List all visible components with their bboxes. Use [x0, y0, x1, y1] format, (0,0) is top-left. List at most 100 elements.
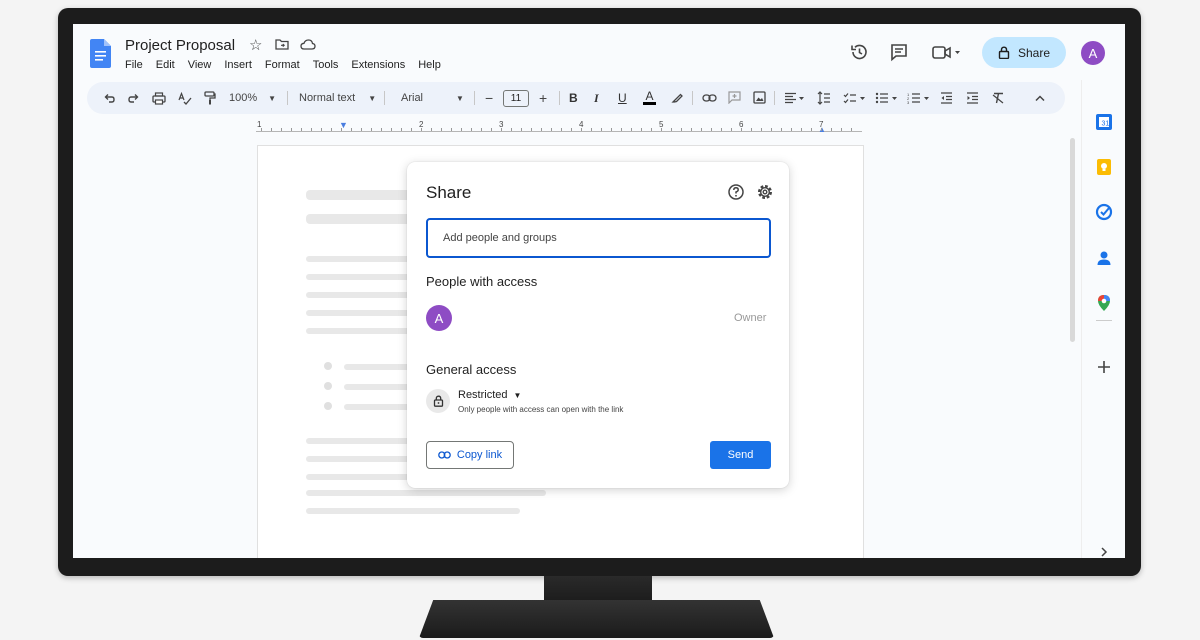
increase-font-size-icon[interactable]: +	[539, 82, 547, 114]
clear-formatting-icon[interactable]	[992, 92, 1005, 104]
ruler-tick	[421, 128, 422, 131]
italic-icon[interactable]: I	[594, 82, 599, 114]
bold-icon[interactable]: B	[569, 82, 578, 114]
calendar-icon[interactable]: 31	[1095, 113, 1113, 131]
ruler-tick	[541, 128, 542, 131]
ruler-tick	[431, 128, 432, 131]
svg-text:31: 31	[1102, 121, 1110, 128]
help-icon[interactable]	[727, 183, 745, 201]
share-dialog: Share People with access A Owner General…	[407, 162, 789, 488]
toolbar-divider	[559, 91, 560, 105]
ruler-tick	[271, 128, 272, 131]
copy-link-button[interactable]: Copy link	[426, 441, 514, 469]
access-level-dropdown[interactable]: Restricted ▼	[458, 389, 521, 401]
zoom-value: 100%	[229, 92, 258, 104]
keep-icon[interactable]	[1095, 158, 1113, 176]
add-people-input[interactable]	[426, 218, 771, 258]
ruler-tick	[761, 128, 762, 131]
star-icon[interactable]: ☆	[249, 36, 262, 54]
zoom-select[interactable]: 100% ▼	[229, 82, 276, 114]
line-spacing-icon[interactable]	[817, 91, 831, 105]
menu-tools[interactable]: Tools	[313, 59, 339, 71]
placeholder-line	[306, 256, 412, 262]
side-panel: 31	[1081, 80, 1125, 558]
style-select[interactable]: Normal text ▼	[299, 82, 376, 114]
menu-view[interactable]: View	[188, 59, 212, 71]
link-icon	[438, 451, 451, 459]
maps-icon[interactable]	[1095, 294, 1113, 312]
decrease-font-size-icon[interactable]: −	[485, 82, 493, 114]
move-folder-icon[interactable]	[275, 38, 289, 50]
document-title[interactable]: Project Proposal	[125, 37, 235, 54]
account-avatar[interactable]: A	[1081, 41, 1105, 65]
expand-panel-icon[interactable]	[1095, 547, 1113, 557]
contacts-icon[interactable]	[1095, 249, 1113, 267]
owner-role-label: Owner	[734, 312, 767, 324]
ruler-tick	[401, 128, 402, 131]
checklist-icon[interactable]	[843, 92, 866, 104]
bulleted-list-icon[interactable]	[875, 92, 898, 104]
share-button[interactable]: Share	[982, 37, 1066, 68]
decrease-indent-icon[interactable]	[940, 92, 953, 104]
meet-video-icon[interactable]	[931, 42, 963, 62]
font-size-input[interactable]: 11	[503, 90, 529, 107]
access-lock-badge	[426, 389, 450, 413]
collapse-toolbar-icon[interactable]	[1034, 94, 1046, 102]
increase-indent-icon[interactable]	[966, 92, 979, 104]
add-comment-icon[interactable]	[728, 91, 741, 104]
ruler-tick	[611, 128, 612, 131]
general-access-heading: General access	[426, 362, 517, 377]
docs-logo-icon[interactable]	[90, 39, 111, 68]
menu-insert[interactable]: Insert	[224, 59, 252, 71]
ruler-tick	[491, 128, 492, 131]
gear-icon[interactable]	[756, 183, 774, 201]
owner-avatar: A	[426, 305, 452, 331]
paint-format-icon[interactable]	[204, 91, 216, 105]
menu-edit[interactable]: Edit	[156, 59, 175, 71]
numbered-list-icon[interactable]: 123	[907, 92, 930, 104]
align-icon[interactable]	[784, 92, 805, 104]
font-select[interactable]: Arial ▼	[401, 82, 464, 114]
ruler-tick	[381, 128, 382, 131]
insert-image-icon[interactable]	[753, 91, 766, 104]
highlight-color-icon[interactable]	[671, 91, 684, 104]
placeholder-line	[306, 274, 412, 280]
version-history-icon[interactable]	[849, 42, 869, 62]
ruler-tick	[681, 128, 682, 131]
access-level-label: Restricted	[458, 389, 508, 401]
ruler-tick	[261, 128, 262, 131]
redo-icon[interactable]	[128, 92, 140, 104]
ruler-tick	[741, 128, 742, 131]
undo-icon[interactable]	[103, 92, 115, 104]
ruler-tick	[811, 128, 812, 131]
ruler-tick	[351, 128, 352, 131]
bullet-dot	[324, 402, 332, 410]
tasks-icon[interactable]	[1095, 203, 1113, 221]
ruler-tick	[821, 128, 822, 131]
ruler-tick	[301, 128, 302, 131]
placeholder-line	[306, 292, 412, 298]
ruler-tick	[641, 128, 642, 131]
underline-icon[interactable]: U	[618, 82, 627, 114]
menu-help[interactable]: Help	[418, 59, 441, 71]
comments-icon[interactable]	[889, 42, 909, 62]
vertical-scrollbar[interactable]	[1070, 138, 1075, 342]
horizontal-ruler[interactable]: 1 ▼ 2 3 4 5 6 7 ▲	[253, 120, 868, 134]
spellcheck-icon[interactable]	[178, 92, 192, 105]
ruler-tick	[411, 128, 412, 131]
placeholder-line	[344, 404, 414, 410]
send-button[interactable]: Send	[710, 441, 771, 469]
ruler-tick	[391, 128, 392, 131]
ruler-tick	[801, 128, 802, 131]
ruler-tick	[531, 128, 532, 131]
menu-format[interactable]: Format	[265, 59, 300, 71]
cloud-status-icon[interactable]	[300, 39, 316, 50]
menu-file[interactable]: File	[125, 59, 143, 71]
print-icon[interactable]	[152, 92, 166, 105]
add-icon[interactable]	[1095, 358, 1113, 376]
insert-link-icon[interactable]	[702, 93, 717, 103]
text-color-icon[interactable]: A	[643, 82, 656, 114]
toolbar-divider	[384, 91, 385, 105]
menu-extensions[interactable]: Extensions	[351, 59, 405, 71]
ruler-tick	[311, 128, 312, 131]
